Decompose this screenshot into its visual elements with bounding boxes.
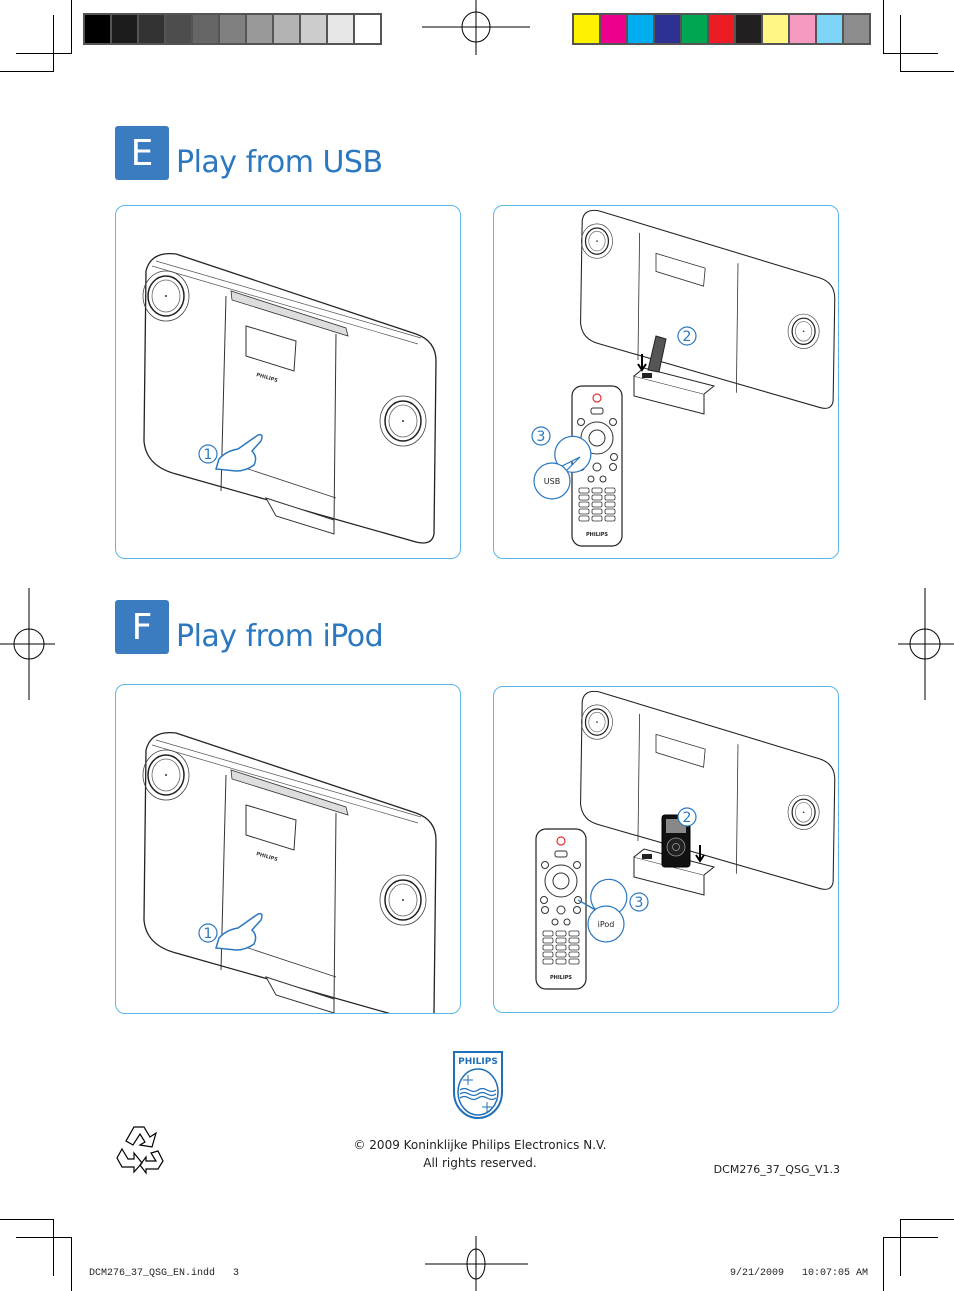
left-speaker [142, 749, 190, 801]
step-number-1: 1 [198, 444, 218, 464]
recycle-icon [116, 1126, 164, 1175]
color-swatch [193, 15, 218, 43]
speaker-grille [379, 874, 427, 926]
registration-mark-top [422, 0, 530, 55]
process-color-bar [572, 13, 871, 45]
color-swatch [166, 15, 191, 43]
color-swatch [85, 15, 110, 43]
left-speaker [581, 704, 613, 740]
color-swatch [736, 15, 761, 43]
panel-usb-step-1: PHILIPS 1 [115, 205, 461, 559]
micro-system-unit: PHILIPS [142, 731, 437, 1013]
step-number-3: 3 [531, 426, 551, 446]
step-number-3: 3 [629, 892, 649, 912]
color-swatch [112, 15, 137, 43]
svg-text:3: 3 [635, 895, 644, 911]
speaker-grille [379, 395, 427, 447]
color-swatch [655, 15, 680, 43]
copyright-text: © 2009 Koninklijke Philips Electronics N… [353, 1138, 607, 1152]
micro-system-unit [580, 209, 836, 409]
gray-color-bar [83, 13, 382, 45]
color-swatch [301, 15, 326, 43]
micro-system-unit [580, 690, 836, 890]
callout-label: USB [544, 477, 560, 486]
right-speaker [787, 313, 820, 349]
color-swatch [628, 15, 653, 43]
color-swatch [355, 15, 380, 43]
svg-text:1: 1 [204, 926, 213, 942]
remote-brand-label: PHILIPS [550, 975, 572, 981]
color-swatch [220, 15, 245, 43]
svg-text:3: 3 [537, 429, 546, 445]
color-swatch [328, 15, 353, 43]
rights-text: All rights reserved. [423, 1156, 537, 1170]
right-speaker [379, 395, 427, 447]
speaker-grille [787, 313, 820, 349]
color-swatch [247, 15, 272, 43]
remote-brand-label: PHILIPS [586, 532, 608, 538]
speaker-grille [142, 270, 190, 322]
color-swatch [139, 15, 164, 43]
registration-mark-right [898, 588, 954, 700]
step-number-2: 2 [677, 326, 697, 346]
color-swatch [844, 15, 869, 43]
micro-system-unit: PHILIPS [142, 252, 437, 544]
panel-ipod-step-1: PHILIPS 1 [115, 684, 461, 1014]
color-swatch [274, 15, 299, 43]
color-swatch [601, 15, 626, 43]
svg-text:2: 2 [683, 810, 692, 826]
panel-ipod-steps-2-3: 2 PHILIPS iPod 3 [493, 686, 839, 1013]
left-speaker [142, 270, 190, 322]
registration-mark-bottom [425, 1236, 528, 1291]
svg-text:PHILIPS: PHILIPS [458, 1057, 498, 1067]
section-title-play-from-ipod: Play from iPod [176, 619, 384, 654]
right-speaker [379, 874, 427, 926]
step-number-1: 1 [198, 923, 218, 943]
slug-datetime: 9/21/2009 10:07:05 AM [730, 1268, 869, 1279]
philips-shield-logo: PHILIPS [453, 1051, 503, 1120]
speaker-grille [787, 794, 820, 830]
callout-label: iPod [598, 920, 615, 929]
speaker-grille [142, 749, 190, 801]
right-speaker [787, 794, 820, 830]
document-code: DCM276_37_QSG_V1.3 [713, 1163, 840, 1176]
slug-file-name: DCM276_37_QSG_EN.indd 3 [89, 1268, 240, 1279]
power-button [556, 836, 566, 846]
remote-control: PHILIPS [535, 828, 587, 990]
svg-text:2: 2 [683, 329, 692, 345]
color-swatch [709, 15, 734, 43]
color-swatch [682, 15, 707, 43]
section-badge-f: F [115, 600, 169, 654]
color-swatch [817, 15, 842, 43]
speaker-grille [581, 223, 613, 259]
step-number-2: 2 [677, 807, 697, 827]
section-badge-e: E [115, 126, 169, 180]
power-button [592, 393, 602, 403]
svg-text:1: 1 [204, 447, 213, 463]
color-swatch [790, 15, 815, 43]
left-speaker [581, 223, 613, 259]
panel-usb-steps-2-3: 2 PHILIPS USB 3 [493, 205, 839, 559]
section-title-play-from-usb: Play from USB [176, 145, 383, 180]
speaker-grille [581, 704, 613, 740]
color-swatch [574, 15, 599, 43]
color-swatch [763, 15, 788, 43]
registration-mark-left [0, 588, 55, 700]
